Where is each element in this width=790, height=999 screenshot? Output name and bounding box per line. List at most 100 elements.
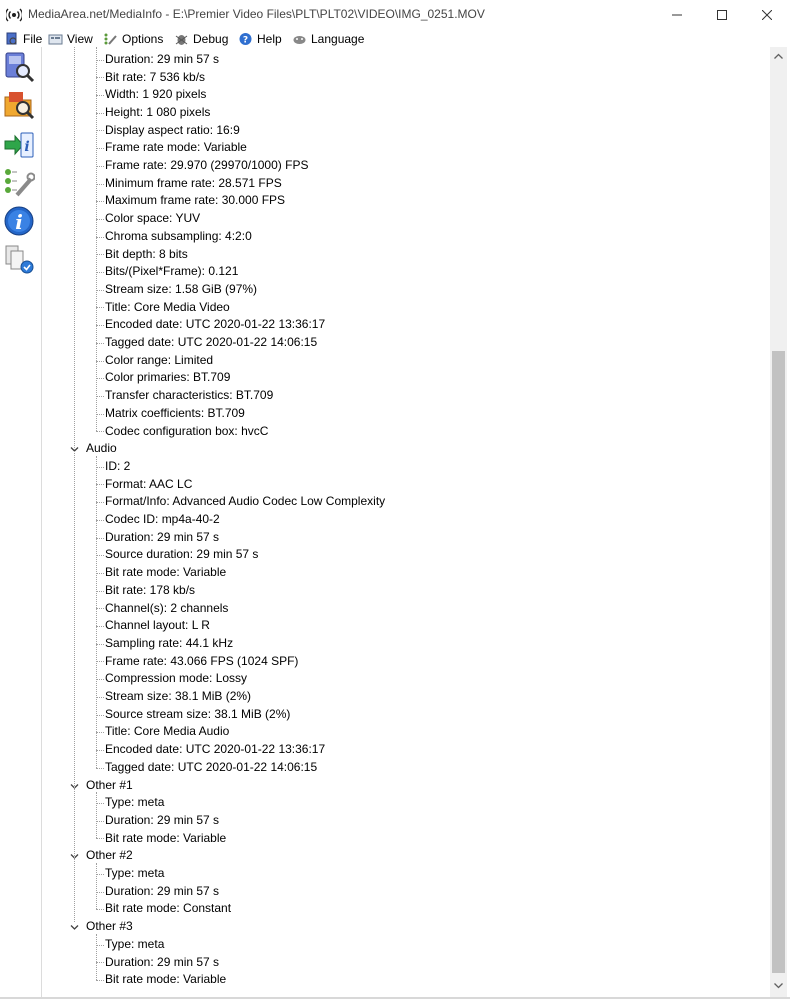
- tree-item[interactable]: Duration: 29 min 57 s: [105, 883, 219, 901]
- tree-connector: [96, 201, 104, 203]
- tree-item[interactable]: Duration: 29 min 57 s: [105, 954, 219, 972]
- tree-item[interactable]: Tagged date: UTC 2020-01-22 14:06:15: [105, 759, 317, 777]
- tree-connector: [96, 148, 104, 150]
- tree-item[interactable]: Frame rate: 43.066 FPS (1024 SPF): [105, 653, 298, 671]
- tree-item[interactable]: Width: 1 920 pixels: [105, 86, 206, 104]
- scroll-down-button[interactable]: [770, 977, 787, 994]
- tree-item[interactable]: Display aspect ratio: 16:9: [105, 122, 240, 140]
- tree-item[interactable]: Color primaries: BT.709: [105, 369, 230, 387]
- tree-item[interactable]: Bit rate mode: Variable: [105, 830, 226, 848]
- tree-item[interactable]: Source stream size: 38.1 MiB (2%): [105, 706, 290, 724]
- menu-file-label: File: [23, 32, 43, 46]
- tree-connector: [96, 466, 104, 468]
- tree-connector: [96, 838, 104, 840]
- tree-item[interactable]: Duration: 29 min 57 s: [105, 529, 219, 547]
- tree-item[interactable]: Encoded date: UTC 2020-01-22 13:36:17: [105, 316, 325, 334]
- tree-item[interactable]: Type: meta: [105, 794, 164, 812]
- scroll-up-button[interactable]: [770, 47, 787, 64]
- knowledge-icon[interactable]: [3, 243, 35, 275]
- tree-connector: [96, 803, 104, 805]
- export-icon[interactable]: i: [3, 129, 35, 161]
- maximize-button[interactable]: [699, 0, 745, 30]
- tree-connector: [96, 749, 104, 751]
- tree-connector: [96, 95, 104, 97]
- tree-item[interactable]: Bit depth: 8 bits: [105, 246, 188, 264]
- scrollbar-thumb[interactable]: [772, 351, 785, 973]
- tree-item[interactable]: Duration: 29 min 57 s: [105, 812, 219, 830]
- collapse-chevron-icon[interactable]: [70, 923, 79, 932]
- tree-item[interactable]: Stream size: 38.1 MiB (2%): [105, 688, 251, 706]
- tree-item[interactable]: Transfer characteristics: BT.709: [105, 387, 273, 405]
- tree-item[interactable]: Color space: YUV: [105, 210, 200, 228]
- tree-item[interactable]: Sampling rate: 44.1 kHz: [105, 635, 233, 653]
- close-button[interactable]: [744, 0, 790, 30]
- tree-item[interactable]: Format: AAC LC: [105, 476, 192, 494]
- tree-item[interactable]: Frame rate: 29.970 (29970/1000) FPS: [105, 157, 308, 175]
- menu-debug[interactable]: Debug: [174, 31, 228, 47]
- tree-connector: [96, 863, 97, 910]
- tree-item[interactable]: Format/Info: Advanced Audio Codec Low Co…: [105, 493, 385, 511]
- tree-connector: [96, 626, 104, 628]
- tree-item[interactable]: Bit rate mode: Constant: [105, 900, 231, 918]
- tree-connector: [96, 130, 104, 132]
- tree-item[interactable]: Codec configuration box: hvcC: [105, 423, 268, 441]
- left-toolbar: i i: [0, 47, 40, 999]
- tree-item[interactable]: Type: meta: [105, 865, 164, 883]
- title-bar[interactable]: MediaArea.net/MediaInfo - E:\Premier Vid…: [0, 0, 790, 30]
- tree-item[interactable]: Compression mode: Lossy: [105, 670, 247, 688]
- tree-section-header[interactable]: Other #1: [86, 777, 133, 795]
- tree-connector: [96, 360, 104, 362]
- info-tree-view[interactable]: Duration: 29 min 57 s Bit rate: 7 536 kb/…: [41, 47, 771, 997]
- open-folder-icon[interactable]: [3, 89, 35, 121]
- tree-item[interactable]: Duration: 29 min 57 s: [105, 51, 219, 69]
- menu-view[interactable]: View: [48, 31, 93, 47]
- tree-item[interactable]: Tagged date: UTC 2020-01-22 14:06:15: [105, 334, 317, 352]
- tree-item[interactable]: Channel(s): 2 channels: [105, 600, 228, 618]
- tree-connector: [96, 980, 104, 982]
- menu-file[interactable]: File: [4, 31, 42, 47]
- tree-item[interactable]: Bit rate: 7 536 kb/s: [105, 69, 205, 87]
- tree-section-header[interactable]: Other #2: [86, 847, 133, 865]
- tree-item[interactable]: Chroma subsampling: 4:2:0: [105, 228, 252, 246]
- tree-connector: [96, 502, 104, 504]
- tree-connector: [96, 325, 104, 327]
- tree-item[interactable]: Title: Core Media Audio: [105, 723, 229, 741]
- tree-item[interactable]: Bit rate mode: Variable: [105, 564, 226, 582]
- tree-section-header[interactable]: Audio: [86, 440, 117, 458]
- preferences-icon[interactable]: [3, 167, 35, 199]
- tree-connector: [96, 218, 104, 220]
- about-icon[interactable]: i: [3, 205, 35, 237]
- tree-section-header[interactable]: Other #3: [86, 918, 133, 936]
- menu-options[interactable]: Options: [103, 31, 163, 47]
- tree-item[interactable]: Channel layout: L R: [105, 617, 210, 635]
- tree-connector: [96, 661, 104, 663]
- menu-language-label: Language: [311, 32, 365, 46]
- tree-item[interactable]: Color range: Limited: [105, 352, 213, 370]
- tree-item[interactable]: ID: 2: [105, 458, 130, 476]
- tree-item[interactable]: Height: 1 080 pixels: [105, 104, 210, 122]
- menu-language[interactable]: Language: [292, 31, 364, 47]
- open-file-icon[interactable]: [3, 51, 35, 83]
- tree-item[interactable]: Bit rate: 178 kb/s: [105, 582, 195, 600]
- tree-item[interactable]: Maximum frame rate: 30.000 FPS: [105, 192, 285, 210]
- minimize-button[interactable]: [654, 0, 700, 30]
- tree-item[interactable]: Frame rate mode: Variable: [105, 139, 247, 157]
- tree-item[interactable]: Type: meta: [105, 936, 164, 954]
- tree-item[interactable]: Bits/(Pixel*Frame): 0.121: [105, 263, 238, 281]
- tree-item[interactable]: Encoded date: UTC 2020-01-22 13:36:17: [105, 741, 325, 759]
- tree-item[interactable]: Codec ID: mp4a-40-2: [105, 511, 220, 529]
- tree-item[interactable]: Source duration: 29 min 57 s: [105, 546, 258, 564]
- tree-item[interactable]: Stream size: 1.58 GiB (97%): [105, 281, 257, 299]
- tree-connector: [96, 183, 104, 185]
- tree-item[interactable]: Bit rate mode: Variable: [105, 971, 226, 989]
- tree-connector: [96, 608, 104, 610]
- menu-help[interactable]: ? Help: [238, 31, 282, 47]
- tree-connector: [96, 519, 104, 521]
- tree-item[interactable]: Minimum frame rate: 28.571 FPS: [105, 175, 282, 193]
- menu-bar: File View Options Debug ? Help Language: [0, 30, 790, 47]
- tree-connector: [96, 236, 104, 238]
- tree-item[interactable]: Matrix coefficients: BT.709: [105, 405, 245, 423]
- tree-item[interactable]: Title: Core Media Video: [105, 299, 230, 317]
- svg-text:i: i: [24, 139, 29, 155]
- vertical-scrollbar[interactable]: [770, 47, 787, 997]
